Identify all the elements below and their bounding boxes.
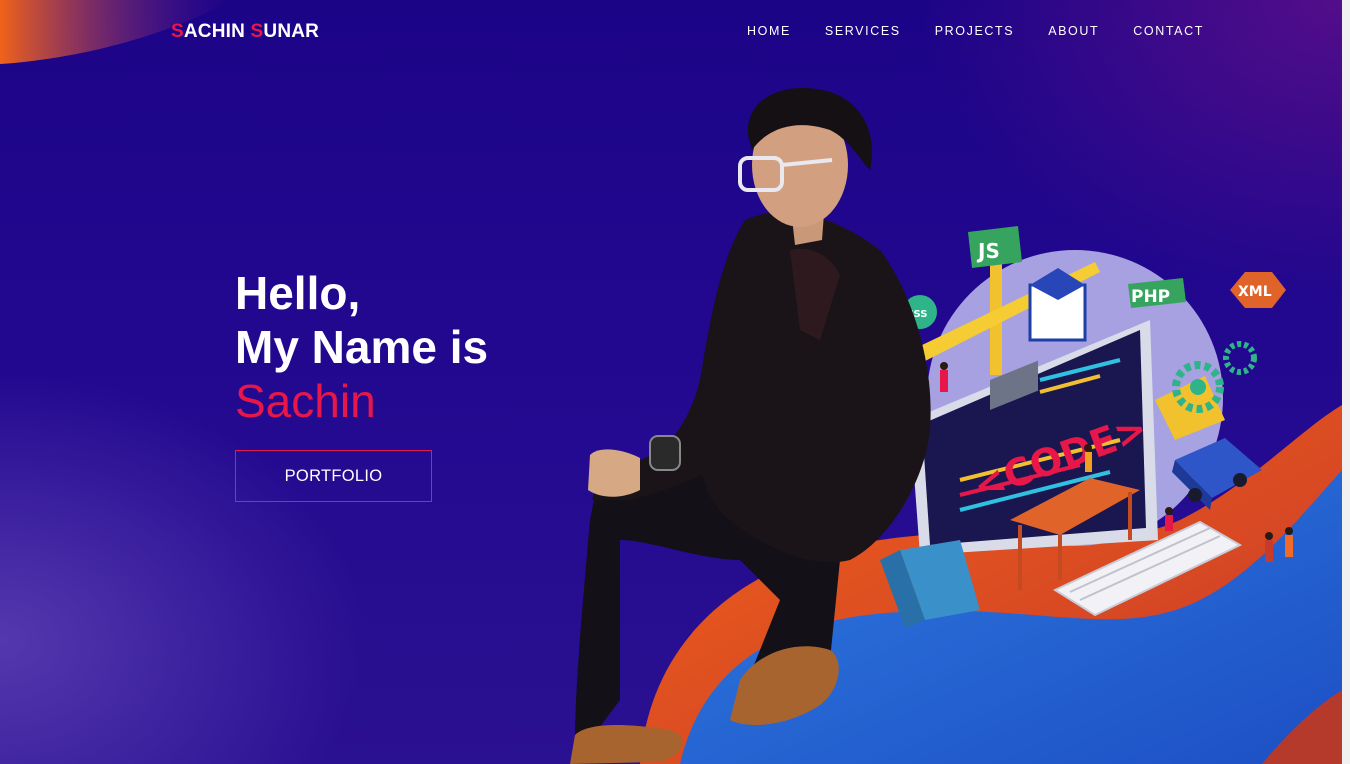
hero-intro: My Name is [235,321,489,373]
hero-section: <CODE> JS PHP XML CSS SACHIN SUNAR HOME … [0,0,1342,764]
logo-first-name: ACHIN [183,21,251,42]
logo-initial-first: S [171,21,184,42]
nav-link-services[interactable]: SERVICES [825,24,901,38]
hero-name: Sachin [235,375,376,427]
main-nav: HOME SERVICES PROJECTS ABOUT CONTACT [747,24,1238,38]
logo-last-name: UNAR [263,21,320,42]
hero-heading: Hello, My Name is Sachin [235,266,488,428]
hero-greeting: Hello, [235,267,361,319]
nav-link-home[interactable]: HOME [747,24,791,38]
logo-initial-last: S [250,21,264,42]
portrait-photo [570,87,931,764]
site-logo[interactable]: SACHIN SUNAR [171,21,319,43]
page-scrollbar[interactable] [1342,0,1350,764]
nav-link-about[interactable]: ABOUT [1048,24,1099,38]
nav-link-projects[interactable]: PROJECTS [935,24,1014,38]
portfolio-button[interactable]: PORTFOLIO [235,450,432,502]
person-figure [570,87,931,764]
nav-link-contact[interactable]: CONTACT [1133,24,1204,38]
